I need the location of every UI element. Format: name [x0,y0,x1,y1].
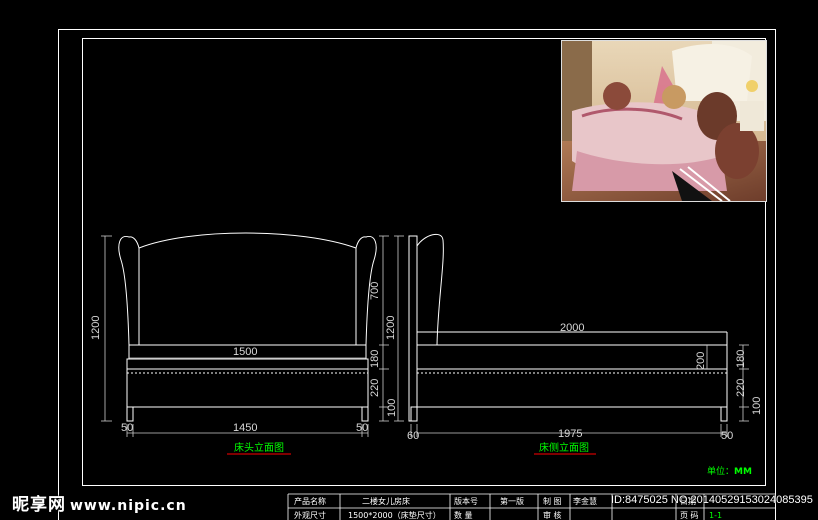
dim-head-700: 700 [369,282,381,300]
dim-side-180: 180 [735,350,747,368]
site-watermark: 昵享网 www.nipic.cn [12,490,187,515]
bed-side-view-title: 床侧立面图 [539,441,589,454]
dim-side-length: 2000 [560,322,584,334]
unit-label: 单位：MM [707,465,752,477]
tb-version-label: 版本号 [454,496,478,506]
tb-size-label: 外观尺寸 [294,510,326,520]
dim-side-leg-right: 50 [721,430,733,442]
bedroom-reference-photo [561,40,767,202]
tb-drafter: 李金慧 [573,496,597,506]
tb-version: 第一版 [500,496,524,506]
tb-review-label: 审 核 [543,510,562,520]
bed-head-view-title: 床头立面图 [234,441,284,454]
tb-page-label: 页 码 [680,511,699,520]
tb-page: 1-1 [709,511,722,520]
dim-side-leg-left: 60 [407,430,419,442]
tb-product-name-label: 产品名称 [294,496,326,506]
dim-head-leg-right: 50 [356,422,368,434]
dim-side-height: 1200 [385,316,397,340]
dim-head-180: 180 [369,350,381,368]
dim-head-inner-width: 1500 [233,346,257,358]
dim-head-100: 100 [386,399,398,417]
dim-head-overall-width: 1450 [233,422,257,434]
image-id-watermark: ID:8475025 NO:20140529153024085395 [611,494,813,506]
dim-side-100: 100 [751,397,763,415]
bed-head-elevation [118,232,377,422]
dim-head-220: 220 [369,379,381,397]
dim-side-220: 220 [735,379,747,397]
dim-side-overall-length: 1975 [558,428,582,440]
dim-head-leg-left: 50 [121,422,133,434]
dim-head-height: 1200 [90,316,102,340]
tb-product-name: 二楼女儿房床 [362,496,410,506]
tb-qty-label: 数 量 [454,510,473,520]
dim-side-footboard: 200 [695,352,707,370]
site-url: www.nipic.cn [70,498,187,514]
tb-size: 1500*2000（床垫尺寸） [348,510,441,520]
bedroom-photo-illustration [562,41,766,201]
site-name: 昵享网 [12,495,66,515]
tb-drafter-label: 制 图 [543,496,562,506]
